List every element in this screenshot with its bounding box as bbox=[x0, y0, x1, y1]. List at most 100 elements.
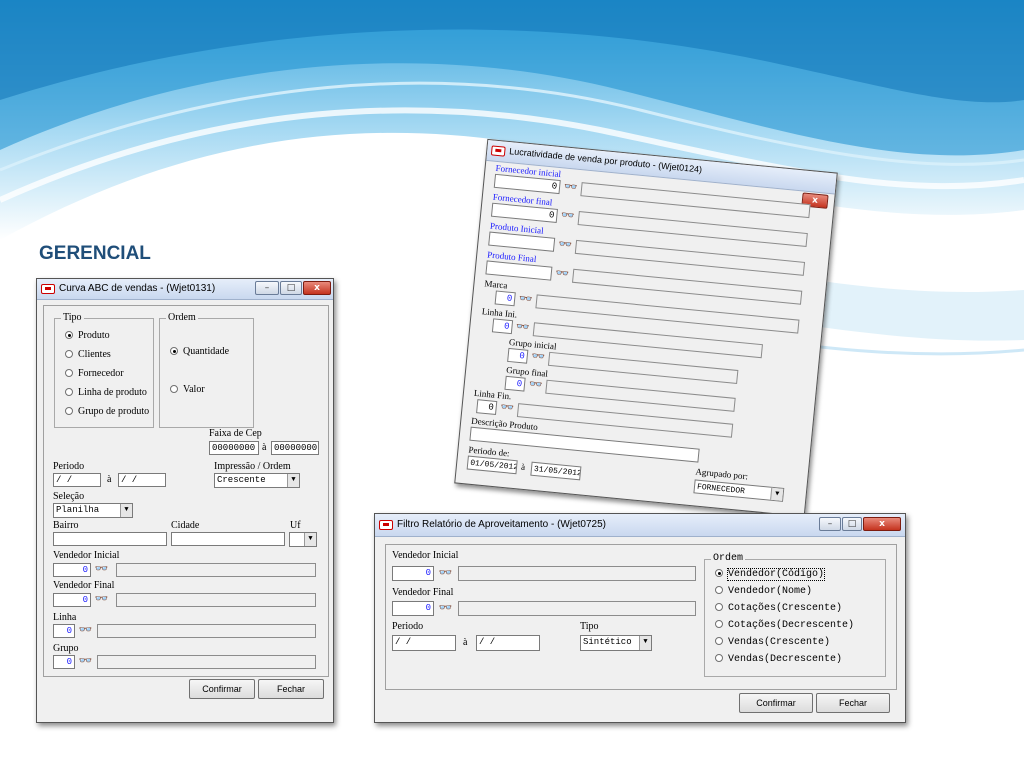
produto-final-input[interactable] bbox=[485, 260, 553, 281]
chevron-down-icon[interactable]: ▼ bbox=[287, 474, 299, 487]
periodo-to-input[interactable]: / / bbox=[118, 473, 166, 487]
grupo-input[interactable]: 0 bbox=[53, 655, 75, 669]
vendedor-inicial-input[interactable]: 0 bbox=[53, 563, 91, 577]
periodo-de-to-input[interactable]: 31/05/2012 bbox=[530, 461, 582, 481]
binoculars-icon[interactable]: 👓 bbox=[78, 654, 93, 668]
marca-input[interactable]: 0 bbox=[494, 290, 516, 307]
selecao-select[interactable]: Planilha ▼ bbox=[53, 503, 133, 518]
linha-label: Linha bbox=[53, 612, 77, 623]
chevron-down-icon[interactable]: ▼ bbox=[639, 636, 651, 650]
chevron-down-icon[interactable]: ▼ bbox=[770, 487, 784, 501]
radio-valor[interactable]: Valor bbox=[170, 384, 205, 395]
binoculars-icon[interactable]: 👓 bbox=[554, 266, 570, 281]
bairro-input[interactable] bbox=[53, 532, 167, 546]
agrupado-por-select[interactable]: FORNECEDOR ▼ bbox=[693, 479, 785, 502]
app-icon bbox=[41, 284, 55, 294]
periodo-separator: à bbox=[107, 474, 112, 485]
linha-ini-input[interactable]: 0 bbox=[491, 318, 514, 335]
chevron-down-icon[interactable]: ▼ bbox=[120, 504, 132, 517]
maximize-button[interactable]: □ bbox=[842, 517, 862, 531]
radio-vendas-crescente[interactable]: Vendas(Crescente) bbox=[715, 637, 830, 648]
periodo-from-input[interactable]: / / bbox=[392, 635, 456, 651]
ordem-group-title: Ordem bbox=[166, 312, 198, 323]
binoculars-icon[interactable]: 👓 bbox=[557, 237, 573, 252]
minimize-button[interactable]: – bbox=[255, 281, 279, 295]
confirmar-button[interactable]: Confirmar bbox=[739, 693, 813, 713]
cidade-label: Cidade bbox=[171, 520, 200, 531]
binoculars-icon[interactable]: 👓 bbox=[438, 601, 453, 615]
radio-quantidade[interactable]: Quantidade bbox=[170, 346, 229, 357]
selecao-label: Seleção bbox=[53, 491, 85, 502]
linha-ini-label: Linha Ini. bbox=[481, 306, 518, 320]
grupo-inicial-input[interactable]: 0 bbox=[507, 347, 529, 364]
radio-label: Produto bbox=[78, 330, 110, 341]
chevron-down-icon[interactable]: ▼ bbox=[304, 533, 316, 546]
radio-vendedor-nome[interactable]: Vendedor(Nome) bbox=[715, 586, 812, 597]
fechar-button[interactable]: Fechar bbox=[816, 693, 890, 713]
app-icon bbox=[379, 520, 393, 530]
radio-cotacoes-crescente[interactable]: Cotações(Crescente) bbox=[715, 603, 842, 614]
uf-select[interactable]: ▼ bbox=[289, 532, 317, 547]
window-titlebar[interactable]: Curva ABC de vendas - (Wjet0131) – □ x bbox=[37, 279, 333, 300]
form-panel: Tipo Produto Clientes Fornecedor Linha d… bbox=[43, 305, 329, 677]
binoculars-icon[interactable]: 👓 bbox=[530, 349, 546, 364]
radio-cotacoes-decrescente[interactable]: Cotações(Decrescente) bbox=[715, 620, 854, 631]
confirmar-button[interactable]: Confirmar bbox=[189, 679, 255, 699]
binoculars-icon[interactable]: 👓 bbox=[560, 208, 576, 223]
binoculars-icon[interactable]: 👓 bbox=[94, 592, 109, 606]
faixa-cep-label: Faixa de Cep bbox=[209, 428, 262, 439]
radio-grupo-de-produto[interactable]: Grupo de produto bbox=[65, 406, 149, 417]
radio-clientes[interactable]: Clientes bbox=[65, 349, 111, 360]
linha-description bbox=[97, 624, 316, 638]
binoculars-icon[interactable]: 👓 bbox=[94, 562, 109, 576]
binoculars-icon[interactable]: 👓 bbox=[438, 566, 453, 580]
produto-inicial-input[interactable] bbox=[488, 231, 556, 252]
vendedor-final-input[interactable]: 0 bbox=[392, 601, 434, 616]
window-title: Curva ABC de vendas - (Wjet0131) bbox=[59, 283, 216, 294]
select-value: Planilha bbox=[56, 505, 100, 515]
binoculars-icon[interactable]: 👓 bbox=[527, 377, 543, 392]
minimize-button[interactable]: – bbox=[819, 517, 841, 531]
radio-produto[interactable]: Produto bbox=[65, 330, 110, 341]
produto-inicial-description bbox=[574, 239, 806, 276]
radio-linha-de-produto[interactable]: Linha de produto bbox=[65, 387, 147, 398]
binoculars-icon[interactable]: 👓 bbox=[563, 179, 579, 194]
radio-vendas-decrescente[interactable]: Vendas(Decrescente) bbox=[715, 654, 842, 665]
maximize-button[interactable]: □ bbox=[280, 281, 302, 295]
vendedor-inicial-description bbox=[116, 563, 316, 577]
cep-from-input[interactable]: 00000000 bbox=[209, 441, 259, 455]
linha-fin-input[interactable]: 0 bbox=[476, 399, 498, 416]
binoculars-icon[interactable]: 👓 bbox=[499, 400, 515, 415]
tipo-select[interactable]: Sintético ▼ bbox=[580, 635, 652, 651]
grupo-final-input[interactable]: 0 bbox=[504, 375, 526, 392]
radio-label: Cotações(Decrescente) bbox=[728, 620, 855, 631]
radio-label: Vendedor(Código) bbox=[726, 568, 826, 581]
close-button[interactable]: x bbox=[863, 517, 901, 531]
radio-label: Valor bbox=[183, 384, 205, 395]
marca-label: Marca bbox=[484, 278, 508, 291]
binoculars-icon[interactable]: 👓 bbox=[515, 320, 531, 335]
vendedor-final-input[interactable]: 0 bbox=[53, 593, 91, 607]
radio-fornecedor[interactable]: Fornecedor bbox=[65, 368, 124, 379]
periodo-to-input[interactable]: / / bbox=[476, 635, 540, 651]
binoculars-icon[interactable]: 👓 bbox=[518, 292, 534, 307]
close-button[interactable]: x bbox=[303, 281, 331, 295]
radio-button-icon bbox=[715, 603, 723, 611]
cep-to-input[interactable]: 00000000 bbox=[271, 441, 319, 455]
tipo-group: Tipo Produto Clientes Fornecedor Linha d… bbox=[54, 312, 154, 428]
periodo-de-from-input[interactable]: 01/05/2012 bbox=[466, 455, 518, 475]
periodo-separator: à bbox=[463, 637, 468, 648]
impressao-ordem-select[interactable]: Crescente ▼ bbox=[214, 473, 300, 488]
vendedor-inicial-input[interactable]: 0 bbox=[392, 566, 434, 581]
fechar-button[interactable]: Fechar bbox=[258, 679, 324, 699]
radio-button-icon bbox=[65, 350, 73, 358]
cidade-input[interactable] bbox=[171, 532, 285, 546]
binoculars-icon[interactable]: 👓 bbox=[78, 623, 93, 637]
periodo-label: Periodo bbox=[392, 621, 424, 632]
window-titlebar[interactable]: Filtro Relatório de Aproveitamento - (Wj… bbox=[375, 514, 905, 537]
linha-input[interactable]: 0 bbox=[53, 624, 75, 638]
radio-vendedor-codigo[interactable]: Vendedor(Código) bbox=[715, 568, 826, 581]
lucratividade-window: Lucratividade de venda por produto - (Wj… bbox=[454, 138, 838, 518]
periodo-from-input[interactable]: / / bbox=[53, 473, 101, 487]
radio-button-icon bbox=[170, 385, 178, 393]
